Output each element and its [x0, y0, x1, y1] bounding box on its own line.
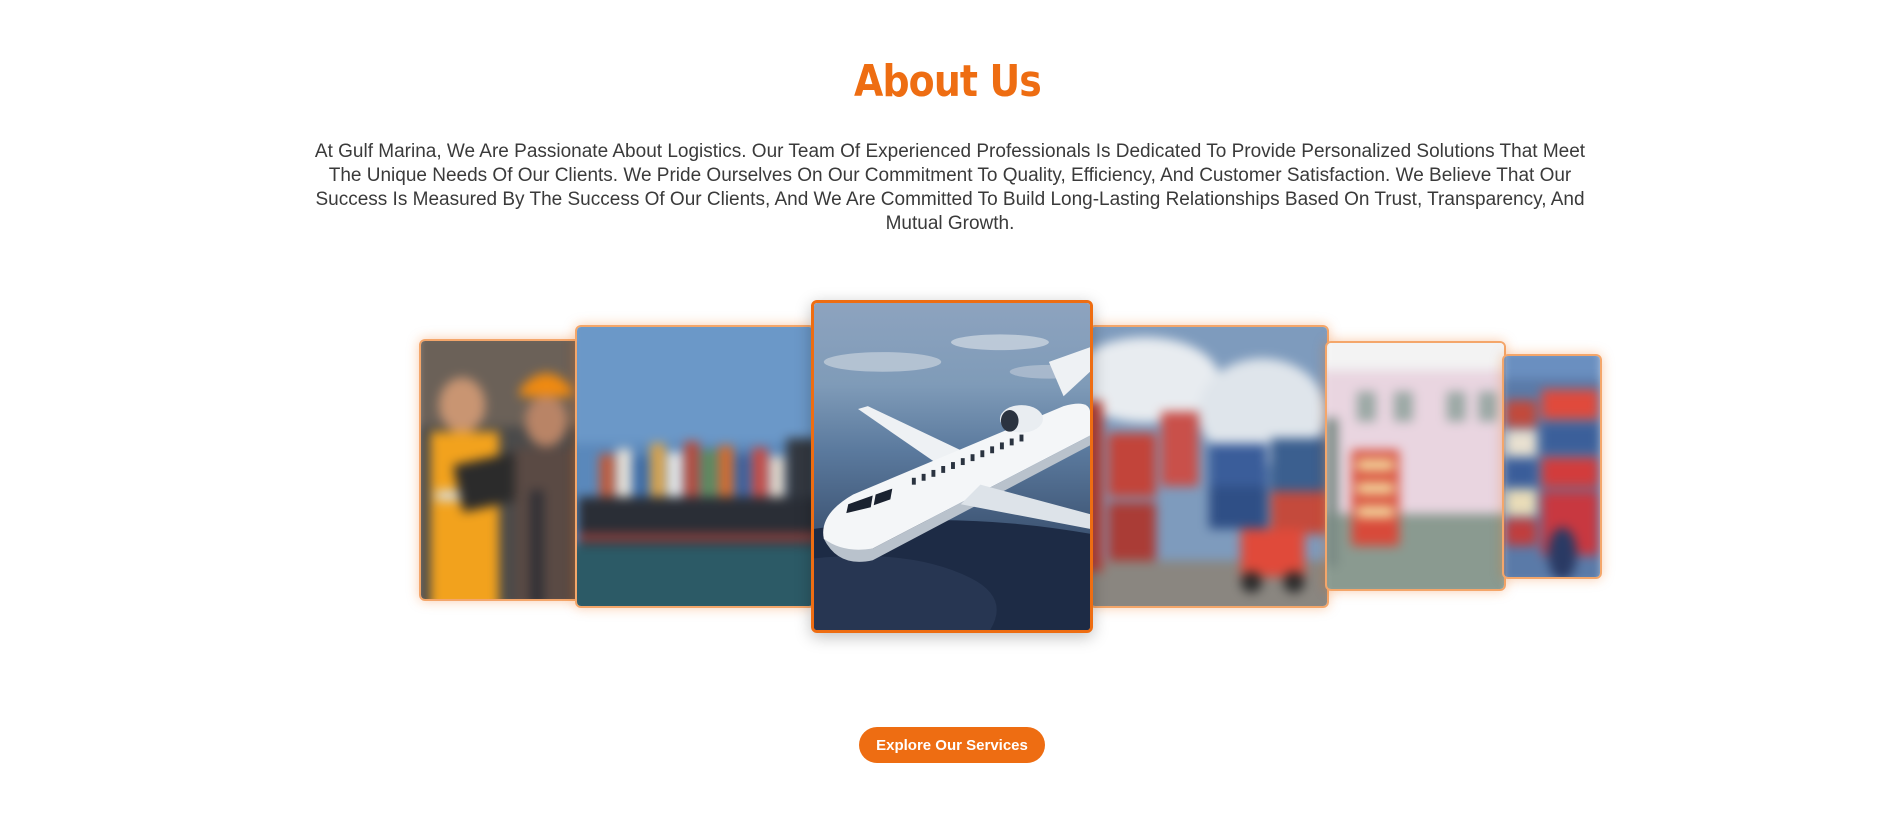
airplane-image — [814, 303, 1090, 630]
carousel-slide-port[interactable] — [1089, 325, 1329, 608]
carousel-slide-workers[interactable] — [419, 339, 581, 601]
port-image — [1091, 327, 1327, 606]
carousel-slide-containers[interactable] — [1502, 354, 1602, 579]
warehouse-image — [1327, 343, 1504, 589]
containers-image — [1504, 356, 1600, 577]
workers-image — [421, 341, 579, 599]
carousel-slide-ship[interactable] — [575, 325, 815, 608]
carousel-slide-airplane[interactable] — [811, 300, 1093, 633]
carousel-slide-warehouse[interactable] — [1325, 341, 1506, 591]
explore-services-button[interactable]: Explore Our Services — [859, 727, 1045, 763]
image-carousel — [0, 0, 1895, 829]
ship-image — [577, 327, 813, 606]
